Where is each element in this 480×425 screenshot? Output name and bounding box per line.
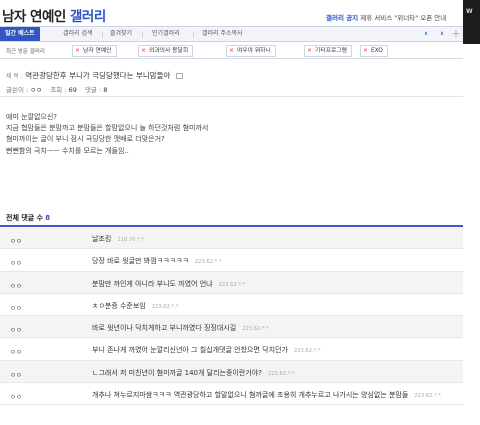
comment-text: 개추나 쳐누르지마쌈ㅋㅋㅋ 역관광당하고 할말없으니 혐까글에 조용히 개추누르…: [92, 391, 409, 400]
close-icon[interactable]: ×: [307, 46, 312, 56]
post-title-label: 제 목 :: [6, 73, 23, 80]
post-meta: 글쓴이 : ㅇㅇ 조회 : 69 댓글 : 8: [6, 84, 107, 94]
recent-chip[interactable]: × 남자 연예인: [72, 45, 117, 57]
post-body-line: 뻔뻔함의 극치ㅡㅡ 수치를 모르는 개들임..: [6, 146, 129, 155]
gallery-header: 남자 연예인 갤러리 갤러리 공지 제휴 서비스 "위너타" 오픈 안내: [0, 0, 480, 28]
recent-chip-label: 기타프로그램: [315, 48, 347, 54]
recent-chip[interactable]: × EXO: [360, 45, 388, 57]
recent-chip-label: 외과의사 봉달희: [149, 48, 189, 54]
post-title-text: 역관광당한후 부니가 극딩당했다는 부니맘들아: [25, 71, 171, 80]
post-body: 애미 눈깔없으신? 지금 협맘들은 분맘까고 분맘들은 할맘없으니 눌 하던것처…: [6, 112, 446, 157]
close-icon[interactable]: ×: [229, 46, 234, 56]
comment-body: ㄴ그래서 저 미친년이 혐미까글 140개 달리는중이란거야? 223.62.*.…: [92, 368, 295, 378]
author-label: 글쓴이 :: [6, 86, 29, 94]
comment-author[interactable]: ㅇㅇ: [10, 391, 22, 401]
nav-divider: [193, 31, 194, 38]
comment-ip: 223.62.*.*: [267, 370, 295, 377]
comment-author[interactable]: ㅇㅇ: [10, 302, 22, 312]
plus-icon[interactable]: +: [450, 28, 462, 40]
recent-chip[interactable]: × 외과의사 봉달희: [138, 45, 194, 57]
recent-galleries-label: 최근 방문 갤러리: [6, 49, 45, 55]
comment-author[interactable]: ㅇㅇ: [10, 280, 22, 290]
chevron-left-icon[interactable]: ‹: [420, 28, 432, 40]
comment-author[interactable]: ㅇㅇ: [10, 346, 22, 356]
gallery-title[interactable]: 남자 연예인 갤러리: [2, 5, 106, 25]
comments-header-label: 전체 댓글 수: [6, 214, 44, 222]
comment-row: ㅇㅇ 부니 존나게 까였어 눈깔리신년아 그 칠십개댓글 안찼으면 닥치던가 22…: [0, 338, 463, 361]
comment-author[interactable]: ㅇㅇ: [10, 257, 22, 267]
close-icon[interactable]: ×: [141, 46, 146, 56]
author-name[interactable]: ㅇㅇ: [30, 86, 42, 94]
comment-row: ㅇㅇ ㄴ그래서 저 미친년이 혐미까글 140개 달리는중이란거야? 223.62…: [0, 360, 463, 384]
notice-label: 갤러리 공지: [326, 14, 359, 22]
comment-body: 부니 존나게 까였어 눈깔리신년아 그 칠십개댓글 안찼으면 닥치던가 223.6…: [92, 345, 321, 355]
notice-text: 제휴 서비스 "위너타" 오픈 안내: [360, 14, 447, 22]
image-icon: [175, 73, 183, 79]
comment-text: ㅊㅇ분증 수준보임: [92, 301, 146, 310]
gallery-title-main: 남자 연예인: [2, 9, 66, 25]
comment-ip: 223.62.*.*: [242, 326, 269, 333]
comment-row: ㅇㅇ 당장 바로 윗글만 봐껌ㅋㅋㅋㅋㅋ 223.62.*.*: [0, 249, 463, 272]
post-title: 제 목 : 역관광당한후 부니가 극딩당했다는 부니맘들아: [6, 70, 183, 81]
nav-copy-address[interactable]: 갤러리 주소복사: [202, 27, 243, 41]
comment-list: ㅇㅇ 날조킹 110.70.*.* ㅇㅇ 당장 바로 윗글만 봐껌ㅋㅋㅋㅋㅋ 223…: [0, 227, 463, 406]
comment-ip: 223.62.*.*: [151, 303, 179, 310]
nav-daily-best[interactable]: 일간 베스트: [0, 27, 40, 41]
comment-body: ㅊㅇ분증 수준보임 223.62.*.*: [92, 301, 178, 311]
top-nav: 일간 베스트 갤러리 검색 즐겨찾기 인기갤러리 갤러리 주소복사 ‹ › +: [0, 26, 463, 42]
comment-body: 당장 바로 윗글만 봐껌ㅋㅋㅋㅋㅋ 223.62.*.*: [92, 256, 221, 266]
recent-chip-label: 남자 연예인: [83, 48, 112, 54]
comment-row: ㅇㅇ ㅊㅇ분증 수준보임 223.62.*.*: [0, 294, 463, 317]
comment-body: 바로 윗년이나 닥치게하고 부니까였다 징징대시길 223.62.*.*: [92, 323, 269, 333]
post-body-line: 애미 눈깔없으신?: [6, 113, 58, 121]
divider: [0, 96, 463, 97]
recent-chip[interactable]: × 기타프로그램: [304, 45, 352, 57]
comment-text: 분맘만 까인게 아니라 부니도 까였어 언냐: [92, 279, 213, 288]
ad-banner[interactable]: W: [463, 0, 480, 44]
comment-text: 날조킹: [92, 235, 112, 243]
comment-author[interactable]: ㅇㅇ: [10, 324, 22, 334]
views-count: 69: [68, 86, 77, 94]
comments-count: 8: [103, 86, 108, 94]
comments-total-count: 8: [45, 214, 50, 222]
views-label: 조회 :: [50, 86, 67, 94]
comment-row: ㅇㅇ 분맘만 까인게 아니라 부니도 까였어 언냐 223.62.*.*: [0, 271, 463, 294]
close-icon[interactable]: ×: [75, 46, 80, 56]
gallery-notice[interactable]: 갤러리 공지 제휴 서비스 "위너타" 오픈 안내: [326, 12, 446, 22]
comment-author[interactable]: ㅇㅇ: [10, 235, 22, 245]
nav-divider: [142, 31, 143, 38]
gallery-title-accent: 갤러리: [70, 9, 106, 25]
comment-ip: 223.62.*.*: [194, 259, 222, 266]
post-body-line: 지금 협맘들은 분맘까고 분맘들은 할맘없으니 눌 하던것처럼 혐미까서: [6, 124, 209, 133]
comment-author[interactable]: ㅇㅇ: [10, 369, 22, 379]
comment-text: ㄴ그래서 저 미친년이 혐미까글 140개 달리는중이란거야?: [92, 368, 262, 377]
recent-galleries-bar: 최근 방문 갤러리 × 남자 연예인 × 외과의사 봉달희 × 여우야 뭐하니 × 기타…: [0, 43, 463, 59]
comment-ip: 223.62.*.*: [293, 348, 321, 355]
recent-chip-label: 여우야 뭐하니: [237, 48, 271, 54]
comment-ip: 223.62.*.*: [414, 393, 441, 400]
comments-label: 댓글 :: [84, 86, 102, 94]
comment-text: 당장 바로 윗글만 봐껌ㅋㅋㅋㅋㅋ: [92, 257, 189, 266]
comment-body: 개추나 쳐누르지마쌈ㅋㅋㅋ 역관광당하고 할말없으니 혐까글에 조용히 개추누르…: [92, 390, 441, 400]
chevron-right-icon[interactable]: ›: [436, 28, 448, 40]
ad-text: W: [466, 8, 473, 15]
comment-body: 분맘만 까인게 아니라 부니도 까였어 언냐 223.62.*.*: [92, 279, 245, 289]
post-body-line: 혐미까이는 글이 부니 잠시 극딩당한 맷배로 더맞은거?: [6, 135, 165, 144]
comment-body: 날조킹 110.70.*.*: [92, 234, 144, 244]
comment-row: ㅇㅇ 날조킹 110.70.*.*: [0, 227, 463, 250]
nav-divider: [102, 31, 103, 38]
close-icon[interactable]: ×: [363, 46, 368, 56]
comments-header: 전체 댓글 수8: [6, 213, 50, 223]
recent-chip-label: EXO: [371, 48, 383, 54]
comment-ip: 223.62.*.*: [218, 281, 246, 288]
comment-row: ㅇㅇ 개추나 쳐누르지마쌈ㅋㅋㅋ 역관광당하고 할말없으니 혐까글에 조용히 개…: [0, 383, 463, 406]
comment-row: ㅇㅇ 바로 윗년이나 닥치게하고 부니까였다 징징대시길 223.62.*.*: [0, 316, 463, 339]
comment-ip: 110.70.*.*: [117, 237, 144, 243]
nav-gallery-search[interactable]: 갤러리 검색: [63, 27, 93, 41]
recent-chip[interactable]: × 여우야 뭐하니: [226, 45, 276, 57]
comment-text: 부니 존나게 까였어 눈깔리신년아 그 칠십개댓글 안찼으면 닥치던가: [92, 346, 288, 355]
comment-text: 바로 윗년이나 닥치게하고 부니까였다 징징대시길: [92, 324, 237, 333]
nav-favorites[interactable]: 즐겨찾기: [110, 27, 132, 41]
nav-popular-galleries[interactable]: 인기갤러리: [152, 27, 180, 41]
